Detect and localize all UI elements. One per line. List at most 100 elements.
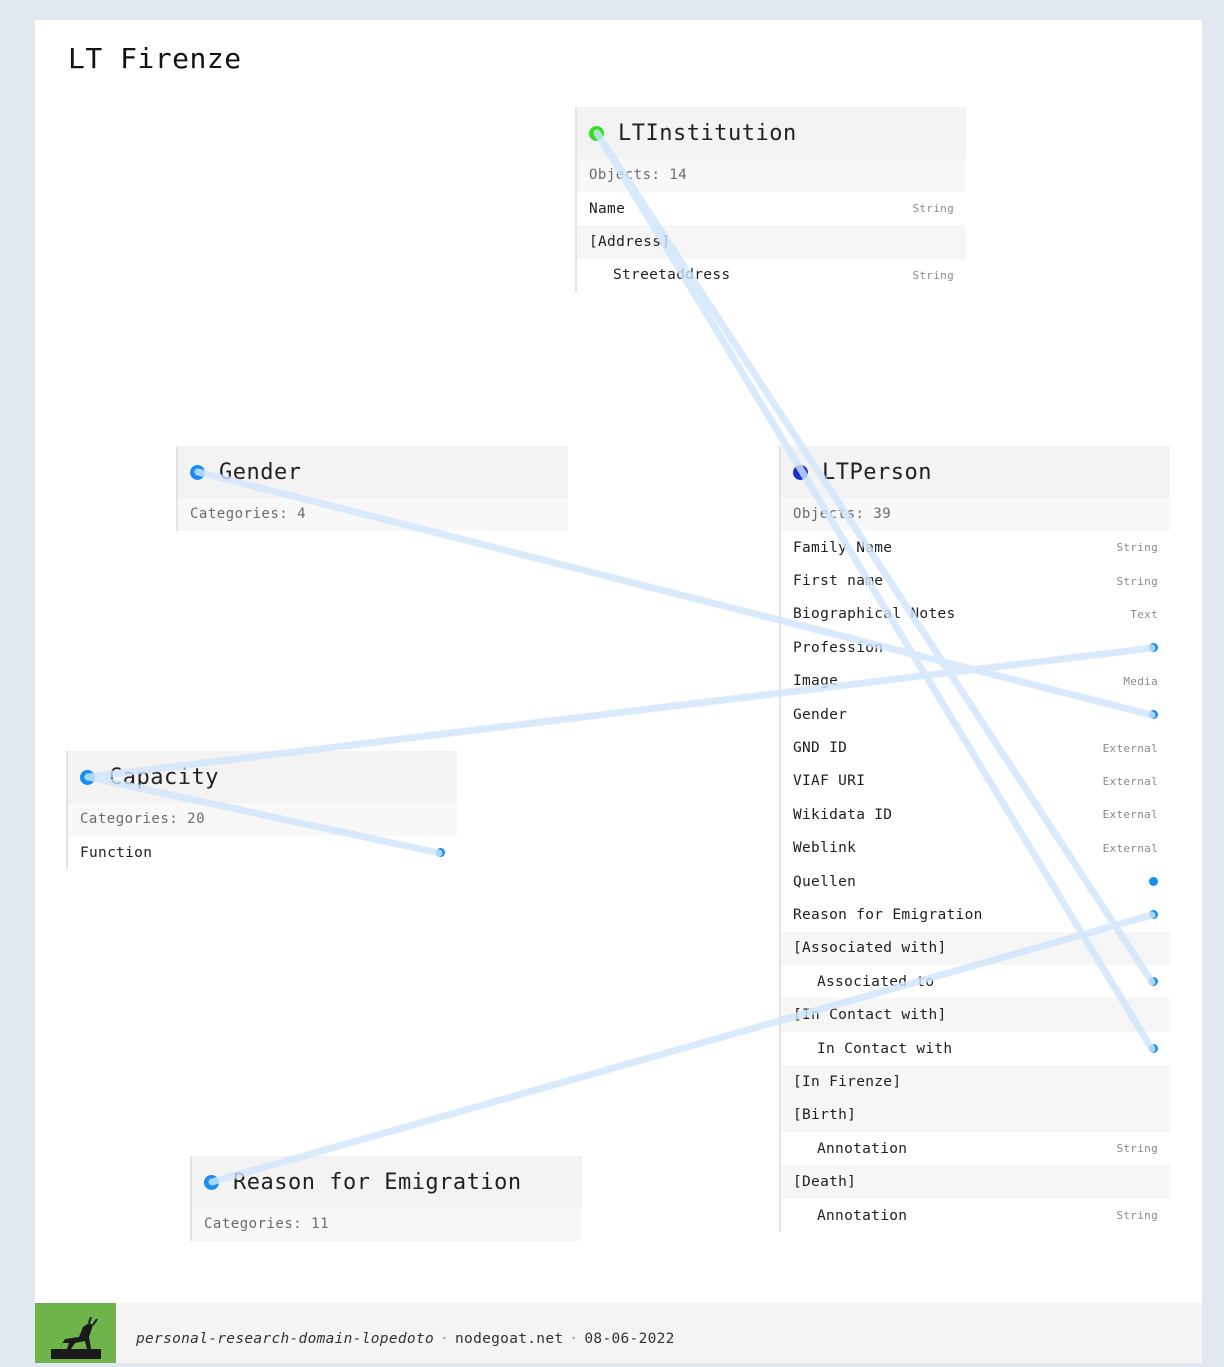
field-type: External [1102,841,1158,855]
field-label: [In Firenze] [793,1073,902,1090]
field-row: Wikidata ID External [781,798,1170,831]
reference-dot-icon [1149,910,1158,920]
field-group-row: [In Contact with] [781,998,1170,1032]
node-ltinstitution[interactable]: LTInstitution Objects: 14 Name String [A… [575,107,966,293]
node-ltperson[interactable]: LTPerson Objects: 39 Family Name String Fi… [779,446,1170,1233]
footer-site: nodegoat.net [455,1331,564,1347]
field-type: String [1116,1142,1158,1156]
reference-dot-icon [1149,1044,1158,1054]
footer-text: personal-research-domain-lopedoto · nodego… [136,1331,675,1347]
field-row: First name String [781,564,1170,597]
field-label: [Address] [589,234,671,251]
field-row: Annotation String [781,1199,1170,1232]
type-dot-icon [793,464,808,480]
goat-icon [51,1316,101,1359]
field-label: Gender [793,706,848,723]
field-group-row: [Associated with] [781,931,1170,966]
node-title: Gender [219,459,302,485]
footer: personal-research-domain-lopedoto · nodego… [35,1303,1202,1363]
node-count: Categories: 11 [192,1208,582,1241]
reference-dot-icon [1149,643,1158,653]
field-label: Associated to [817,973,935,990]
field-row: Streetaddress String [577,259,966,292]
field-group-row: [Address] [577,225,966,259]
reference-dot-icon [1149,877,1158,887]
node-reason-for-emigration[interactable]: Reason for Emigration Categories: 11 [190,1156,582,1241]
field-type: String [1116,574,1158,588]
field-label: Image [793,673,839,690]
field-label: Name [589,200,626,217]
node-header[interactable]: Gender [178,446,568,498]
node-count: Categories: 4 [178,498,568,531]
node-count: Objects: 39 [781,498,1170,531]
field-row: Family Name String [781,531,1170,564]
type-dot-icon [204,1174,219,1190]
field-label: Streetaddress [613,267,731,284]
field-label: Weblink [793,840,857,857]
node-title: Capacity [109,764,219,790]
field-label: Biographical Notes [793,606,956,623]
field-type: String [912,268,954,282]
field-row: Image Media [781,665,1170,698]
node-header[interactable]: Reason for Emigration [192,1156,582,1208]
node-header[interactable]: Capacity [68,751,457,803]
field-row: Associated to [781,965,1170,998]
field-label: VIAF URI [793,773,866,790]
field-row: Name String [577,192,966,225]
node-header[interactable]: LTInstitution [577,107,966,159]
field-type: String [1116,1209,1158,1222]
field-label: [Associated with] [793,940,947,957]
field-row: VIAF URI External [781,765,1170,798]
field-type: External [1102,808,1158,822]
field-label: GND ID [793,740,848,757]
field-row: Annotation String [781,1132,1170,1165]
node-title: Reason for Emigration [233,1169,522,1195]
field-type: String [1116,541,1158,555]
footer-date: 08-06-2022 [584,1331,675,1347]
field-row: Gender [781,698,1170,731]
field-label: Wikidata ID [793,806,893,823]
node-count: Objects: 14 [577,159,966,192]
field-row: In Contact with [781,1032,1170,1065]
node-capacity[interactable]: Capacity Categories: 20 Function [66,751,457,870]
field-row: Function [68,836,457,869]
field-label: In Contact with [817,1040,953,1057]
field-row: GND ID External [781,731,1170,764]
field-group-row: [In Firenze] [781,1065,1170,1099]
field-type: External [1102,774,1158,788]
field-label: Annotation [817,1207,908,1224]
field-group-row: [Birth] [781,1098,1170,1133]
type-dot-icon [190,464,205,480]
field-type: External [1102,741,1158,755]
field-label: Reason for Emigration [793,906,983,923]
field-label: Family Name [793,539,893,556]
field-label: [Death] [793,1174,857,1191]
field-row: Weblink External [781,832,1170,865]
type-dot-icon [589,125,604,141]
reference-dot-icon [1149,977,1158,987]
field-row: Biographical Notes Text [781,598,1170,631]
field-label: First name [793,573,884,590]
field-type: Media [1123,674,1158,688]
field-row: Quellen [781,865,1170,898]
footer-domain: personal-research-domain-lopedoto [136,1331,434,1347]
field-label: [Birth] [793,1107,857,1124]
field-label: Annotation [817,1140,908,1157]
page-title: LT Firenze [68,42,242,75]
node-header[interactable]: LTPerson [781,446,1170,498]
field-type: String [912,202,954,216]
field-group-row: [Death] [781,1165,1170,1199]
field-type: Text [1130,607,1158,621]
field-label: Function [80,844,153,861]
nodegoat-logo[interactable] [35,1303,116,1363]
field-row: Reason for Emigration [781,898,1170,931]
node-gender[interactable]: Gender Categories: 4 [176,446,568,531]
reference-dot-icon [436,848,445,858]
node-count: Categories: 20 [68,803,457,836]
field-row: Profession [781,631,1170,664]
field-label: [In Contact with] [793,1007,947,1024]
type-dot-icon [80,769,95,785]
reference-dot-icon [1149,710,1158,720]
field-label: Quellen [793,873,857,890]
node-title: LTInstitution [618,120,797,146]
